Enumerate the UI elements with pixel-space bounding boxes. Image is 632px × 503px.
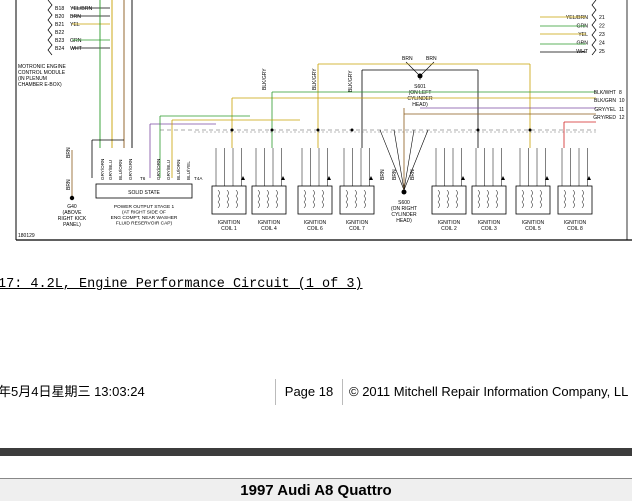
ecm-wire-color: YEL/BRN xyxy=(70,6,92,12)
svg-text:BRN: BRN xyxy=(66,147,72,158)
svg-text:GRY/ORN: GRY/ORN xyxy=(156,159,161,180)
print-timestamp: 年5月4日星期三 13:03:24 xyxy=(0,384,145,399)
svg-text:GRY/ORN: GRY/ORN xyxy=(100,159,105,180)
svg-text:BRN: BRN xyxy=(380,169,386,180)
right-wire-pin: 8 xyxy=(619,90,622,96)
ecm-wire-color: WHT xyxy=(70,46,83,52)
ecm-wire-color: YEL xyxy=(70,22,80,28)
ignition-coil-number: COIL 4 xyxy=(261,226,277,232)
ignition-coil-number: COIL 1 xyxy=(221,226,237,232)
power-stage-label: POWER OUTPUT STAGE 1 xyxy=(114,204,175,210)
svg-text:BLU/YEL: BLU/YEL xyxy=(186,161,191,180)
ecm-pin-number: B22 xyxy=(55,30,64,36)
ecm-label-line: CHAMBER E-BOX) xyxy=(18,82,62,88)
right-pin-number: 25 xyxy=(599,49,605,55)
right-pin-number: 24 xyxy=(599,41,605,47)
svg-text:BRN: BRN xyxy=(426,56,437,62)
right-wire-label: GRY/YEL xyxy=(594,107,616,113)
power-stage-label: FLUID RESERVOIR CAP) xyxy=(116,221,173,227)
right-pin-number: 23 xyxy=(599,32,605,38)
right-wire-pin: 12 xyxy=(619,115,625,121)
ignition-coil: IGNITIONCOIL 3 xyxy=(471,148,507,232)
svg-text:BLK/GRY: BLK/GRY xyxy=(348,70,354,92)
right-pin-number: 22 xyxy=(599,24,605,30)
right-wire-color: YEL/BRN xyxy=(566,15,588,21)
power-stage-label: ENG COMPT, NEAR WASHER xyxy=(111,215,178,221)
ecm-pin-number: B18 xyxy=(55,6,64,12)
svg-text:BLK/GRY: BLK/GRY xyxy=(262,68,268,90)
svg-text:GRY/BLU: GRY/BLU xyxy=(166,160,171,180)
right-wire-color: GRN xyxy=(576,41,588,47)
ecm-wire-color: BRN xyxy=(70,14,81,20)
ignition-coil-number: COIL 3 xyxy=(481,226,497,232)
splice-s601-label: HEAD) xyxy=(412,102,428,108)
ignition-coil: IGNITIONCOIL 8 xyxy=(557,148,593,232)
splice-s600-label: HEAD) xyxy=(396,218,412,224)
ecm-pin-number: B20 xyxy=(55,14,64,20)
page-separator xyxy=(0,448,632,456)
svg-text:T4A: T4A xyxy=(194,176,203,181)
right-wire-label: BLK/GRN xyxy=(594,98,616,104)
ignition-coil-number: COIL 2 xyxy=(441,226,457,232)
power-stage-box-label: SOLID STATE xyxy=(128,190,160,196)
right-wire-label: GRY/RED xyxy=(593,115,616,121)
ignition-coil: IGNITIONCOIL 4 xyxy=(251,148,287,232)
ecm-wire-color: GRN xyxy=(70,38,82,44)
ecm-pin-number: B24 xyxy=(55,46,64,52)
svg-text:BLK/GRY: BLK/GRY xyxy=(312,68,318,90)
ignition-coil-number: COIL 8 xyxy=(567,226,583,232)
svg-text:BLU/ORN: BLU/ORN xyxy=(176,160,181,180)
ignition-coil: IGNITIONCOIL 1 xyxy=(211,148,247,232)
svg-text:BLU/ORN: BLU/ORN xyxy=(118,160,123,180)
right-pin-number: 21 xyxy=(599,15,605,21)
page-number: Page 18 xyxy=(275,379,343,405)
ignition-coil-number: COIL 7 xyxy=(349,226,365,232)
svg-text:BRN: BRN xyxy=(392,169,398,180)
wiring-diagram: B18 YEL/BRN B20 BRN B21 YEL B22 B23 GRN B24 WHT YE… xyxy=(15,0,632,241)
right-wire-label: BLK/WHT xyxy=(594,90,616,96)
svg-text:GRY/BLU: GRY/BLU xyxy=(108,160,113,180)
svg-text:GRY/GRN: GRY/GRN xyxy=(128,159,133,180)
ignition-coil-number: COIL 6 xyxy=(307,226,323,232)
ignition-coil: IGNITIONCOIL 2 xyxy=(431,148,467,232)
ignition-coil-number: COIL 5 xyxy=(525,226,541,232)
right-wire-pin: 11 xyxy=(619,107,624,113)
ignition-coil: IGNITIONCOIL 6 xyxy=(297,148,333,232)
ignition-coil: IGNITIONCOIL 5 xyxy=(515,148,551,232)
ignition-coil: IGNITIONCOIL 7 xyxy=(339,148,375,232)
right-wire-color: YEL xyxy=(578,32,588,38)
vehicle-title: 1997 Audi A8 Quattro xyxy=(0,479,632,501)
figure-id: 180129 xyxy=(18,233,35,239)
power-stage-label: (AT RIGHT SIDE OF xyxy=(122,210,166,216)
ecm-pin-number: B21 xyxy=(55,22,64,28)
svg-text:BRN: BRN xyxy=(66,179,72,190)
right-wire-pin: 10 xyxy=(619,98,625,104)
figure-caption: 17: 4.2L, Engine Performance Circuit (1 … xyxy=(0,277,363,292)
ground-g40-label: PANEL) xyxy=(63,222,81,228)
page-footer: 年5月4日星期三 13:03:24 Page 18 © 2011 Mitchel… xyxy=(0,379,632,405)
svg-text:T6: T6 xyxy=(140,176,146,181)
copyright-notice: © 2011 Mitchell Repair Information Compa… xyxy=(349,384,629,399)
svg-text:BRN: BRN xyxy=(402,56,413,62)
ecm-pin-number: B23 xyxy=(55,38,64,44)
svg-text:BRN: BRN xyxy=(410,169,416,180)
right-wire-color: GRN xyxy=(576,24,588,30)
